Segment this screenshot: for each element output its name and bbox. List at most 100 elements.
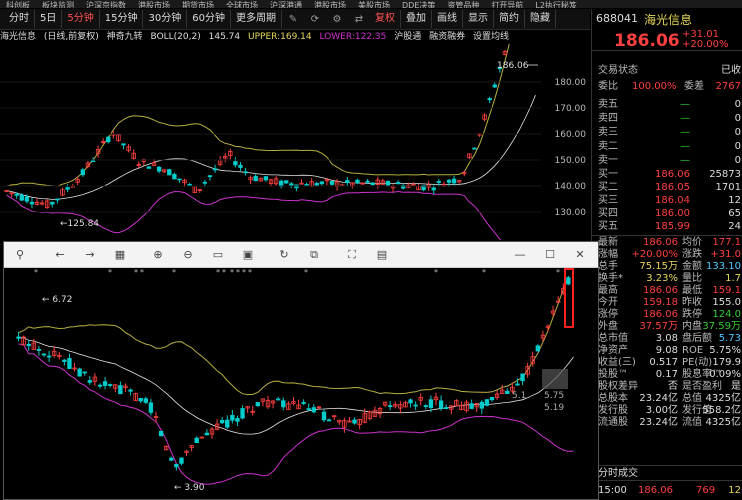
main-kline-chart[interactable]: 180.00 170.00 160.00 150.00 140.00 130.00 186.… [0, 44, 590, 240]
period-tab[interactable]: 15分钟 [100, 10, 144, 28]
image-icon[interactable]: ▣ [240, 247, 256, 263]
tool-button[interactable]: 简约 [494, 10, 525, 28]
trades-header[interactable]: 分时成交 [592, 465, 742, 481]
keyboard-icon[interactable]: ▭ [210, 247, 226, 263]
menu-item[interactable]: 全球市场 [220, 2, 264, 9]
pin-icon[interactable]: ⚲ [12, 247, 28, 263]
menu-item[interactable]: DDE决策 [396, 2, 441, 9]
stock-code: 688041 [596, 12, 638, 25]
period-tab[interactable]: 分时 [4, 10, 35, 28]
menu-item[interactable]: 沪深港通 [264, 2, 308, 9]
ask-row[interactable]: 卖三 — 0 [592, 126, 742, 139]
zoom-out-icon[interactable]: ⊖ [180, 247, 196, 263]
row-label: 卖五 [598, 99, 618, 110]
candle-body [487, 98, 492, 101]
back-arrow-icon[interactable]: ← [52, 247, 68, 263]
bid-row[interactable]: 买一 186.06 25873 [592, 168, 742, 181]
event-marker-icon: * [140, 268, 144, 276]
indicator-margin[interactable]: 融资融券 [429, 32, 465, 42]
event-marker-icon: * [236, 268, 240, 276]
indicator-formula[interactable]: 神奇九转 [107, 32, 143, 42]
bid-row[interactable]: 买三 186.04 12 [592, 194, 742, 207]
settings-icon[interactable]: ⚙ [330, 12, 344, 26]
refresh-icon[interactable]: ⟳ [308, 12, 322, 26]
ask-row[interactable]: 卖二 — 0 [592, 140, 742, 153]
candle-body [102, 381, 108, 386]
candle-body [202, 181, 208, 184]
close-icon[interactable]: ✕ [572, 247, 588, 263]
divider [592, 235, 742, 236]
event-marker-icon: * [434, 268, 438, 276]
candle-body [395, 182, 401, 185]
bid-row[interactable]: 买四 186.00 65 [592, 207, 742, 220]
tool-button[interactable]: 叠加 [401, 10, 432, 28]
bid-row[interactable]: 买二 186.05 1701 [592, 181, 742, 194]
maximize-icon[interactable]: ☐ [542, 247, 558, 263]
menu-item[interactable]: 资管品种 [441, 2, 485, 9]
tool-button[interactable]: 复权 [370, 10, 401, 28]
popup-kline-chart[interactable]: ← 6.72 ← 3.90 5.75 5.19 5.1 [4, 276, 599, 500]
rotate-icon[interactable]: ↻ [276, 247, 292, 263]
quote-label: 涨幅 [598, 249, 618, 260]
period-tab[interactable]: 60分钟 [187, 10, 231, 28]
quote-row: 总市值 3.08 盘后额 5.73 [592, 333, 742, 345]
sync-icon[interactable]: ⇄ [352, 12, 366, 26]
indicator-boll[interactable]: BOLL(20,2) [151, 32, 201, 42]
ask-row[interactable]: 卖五 — 0 [592, 98, 742, 111]
popup-ref-label: 5.75 [544, 391, 564, 401]
menu-item[interactable]: 沪深京指数 [80, 2, 132, 9]
indicator-line: 海光信息 (日线,前复权) 神奇九转 BOLL(20,2) 145.74 UPP… [0, 31, 590, 43]
tool-button[interactable]: 画线 [432, 10, 463, 28]
quote-label: 投股™ [598, 369, 628, 380]
period-tab[interactable]: 5分钟 [62, 10, 100, 28]
minimize-icon[interactable]: — [512, 247, 528, 263]
quote-label-2: 内盘 [682, 321, 702, 332]
candle-body [225, 419, 230, 428]
candle-body [41, 353, 47, 356]
period-tab[interactable]: 30分钟 [143, 10, 188, 28]
quote-label-2: ROE [682, 345, 704, 356]
event-marker-icon: * [482, 268, 486, 276]
grid-icon[interactable]: ▦ [112, 247, 128, 263]
save-icon[interactable]: ▤ [374, 247, 390, 263]
period-tab[interactable]: 更多周期 [231, 10, 282, 28]
quote-value: 3.23% [646, 273, 678, 284]
bid-row[interactable]: 买五 185.99 24 [592, 220, 742, 233]
menu-item[interactable]: 期货市场 [176, 2, 220, 9]
menu-item[interactable]: 板块监测 [36, 2, 80, 9]
quote-value-2: 155.0 [712, 297, 741, 308]
tool-button[interactable]: 隐藏 [525, 10, 556, 28]
quote-value-2: 0.09% [709, 369, 741, 380]
fit-icon[interactable]: ⛶ [344, 247, 360, 263]
menu-item[interactable]: 港股市场 [132, 2, 176, 9]
quote-label: 最高 [598, 285, 618, 296]
menu-item[interactable]: 科创板 [0, 2, 36, 9]
quote-value-2: 4325亿 [705, 393, 741, 404]
status-row[interactable]: 交易状态 已收 [592, 64, 742, 77]
left-margin [4, 276, 12, 499]
indicator-settings[interactable]: 设置均线 [473, 32, 509, 42]
indicator-boll-value: 145.74 [208, 32, 241, 42]
copy-icon[interactable]: ⧉ [306, 247, 322, 263]
menu-item[interactable]: 美股市场 [352, 2, 396, 9]
candle-body [46, 355, 52, 358]
indicator-exchange[interactable]: 沪股通 [394, 32, 421, 42]
row-value-2: 0 [734, 127, 741, 138]
zoom-in-icon[interactable]: ⊕ [150, 247, 166, 263]
tool-button[interactable]: 显示 [463, 10, 494, 28]
quote-value-2: 159.1 [712, 285, 741, 296]
edit-icon[interactable]: ✎ [286, 12, 300, 26]
forward-arrow-icon[interactable]: → [82, 247, 98, 263]
weidiff-label: 委差 [684, 81, 704, 92]
candle-body [284, 180, 289, 184]
event-marker-icon: * [242, 268, 246, 276]
candle-body [233, 161, 238, 166]
ask-row[interactable]: 卖四 — 0 [592, 112, 742, 125]
quote-value-2: 5.75% [709, 345, 741, 356]
quote-label: 流通股 [598, 417, 628, 428]
period-tab[interactable]: 5日 [35, 10, 63, 28]
menu-item[interactable]: L2执行秘笈 [529, 2, 583, 9]
menu-item[interactable]: 打开导航 [485, 2, 529, 9]
ask-row[interactable]: 卖一 — 0 [592, 154, 742, 167]
menu-item[interactable]: 港股市场 [308, 2, 352, 9]
